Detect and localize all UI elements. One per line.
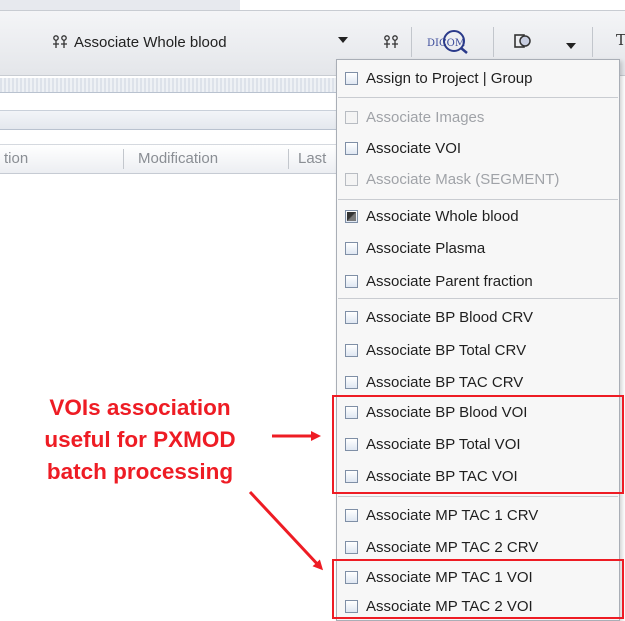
annotation-arrows <box>248 431 324 571</box>
arrow-to-mp-voi <box>248 490 324 571</box>
